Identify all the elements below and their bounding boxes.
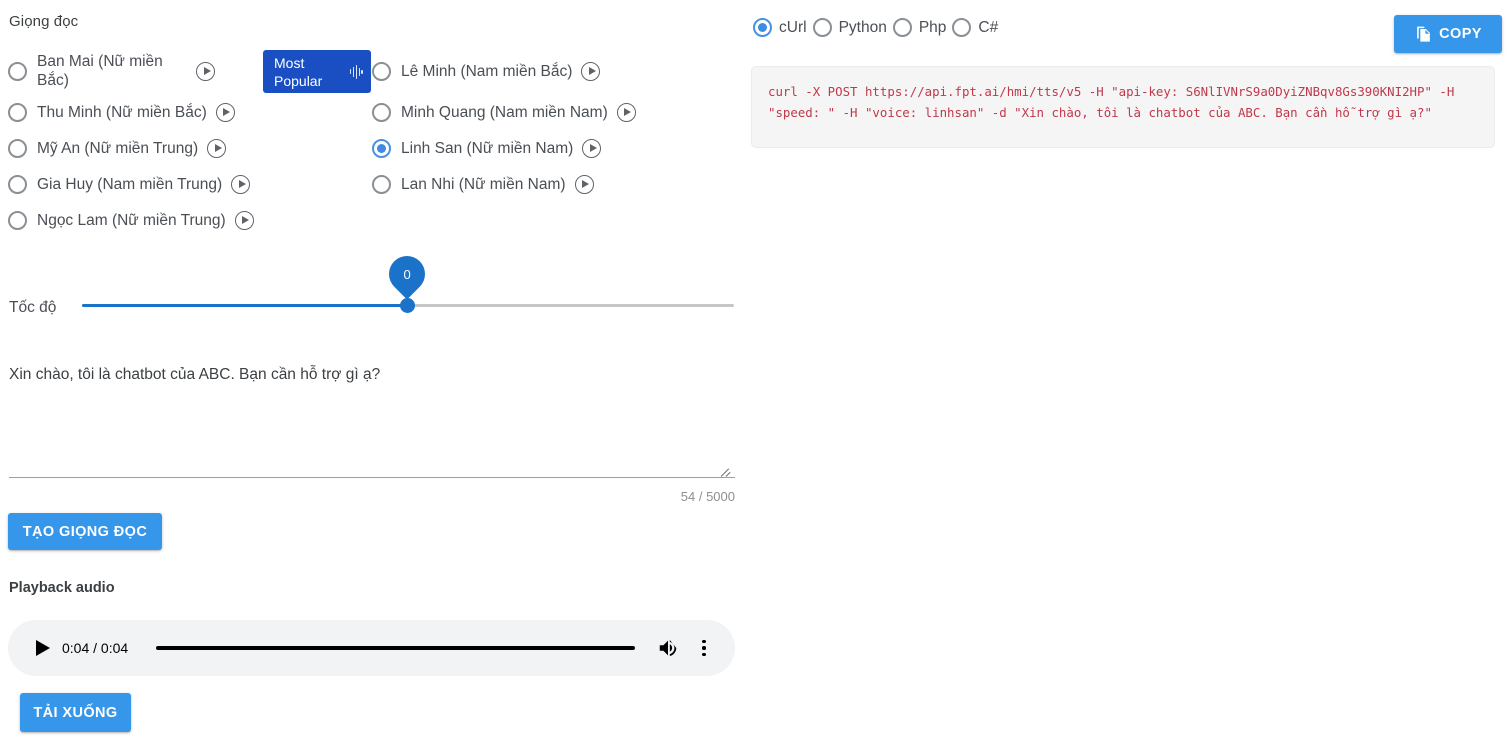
code-snippet-panel: cUrl Python Php C# COPY curl -X POST htt…	[745, 0, 1507, 748]
play-circle-icon-my-an[interactable]	[207, 138, 227, 158]
code-snippet[interactable]: curl -X POST https://api.fpt.ai/hmi/tts/…	[751, 66, 1495, 148]
most-popular-badge: Most Popular	[263, 50, 371, 93]
play-circle-icon-lan-nhi[interactable]	[574, 174, 594, 194]
voice-label: Lê Minh (Nam miền Bắc)	[401, 62, 573, 80]
lang-label: Php	[918, 18, 947, 36]
voice-label: Gia Huy (Nam miền Trung)	[37, 175, 223, 193]
speed-value-bubble: 0	[381, 248, 433, 300]
radio-linh-san[interactable]	[372, 138, 391, 158]
speed-value: 0	[403, 266, 411, 282]
speed-slider-thumb[interactable]	[399, 298, 415, 313]
radio-curl[interactable]	[753, 18, 772, 37]
playback-audio-label: Playback audio	[9, 580, 115, 596]
radio-php[interactable]	[892, 18, 912, 37]
audio-time-display: 0:04 / 0:04	[62, 640, 129, 656]
voice-option-le-minh[interactable]: Lê Minh (Nam miền Bắc)	[372, 48, 712, 94]
voice-section-label: Giọng đọc	[9, 13, 79, 30]
tts-demo-page: Giọng đọc Ban Mai (Nữ miền Bắc) Thu Minh…	[0, 0, 1507, 748]
voice-label: Thu Minh (Nữ miền Bắc)	[37, 103, 207, 121]
play-circle-icon-ngoc-lam[interactable]	[234, 210, 254, 230]
voice-label: Minh Quang (Nam miền Nam)	[401, 103, 608, 121]
lang-option-php[interactable]: Php	[892, 18, 953, 37]
more-vertical-icon[interactable]	[695, 638, 713, 658]
play-circle-icon-minh-quang[interactable]	[616, 102, 636, 122]
voice-option-gia-huy[interactable]: Gia Huy (Nam miền Trung)	[8, 166, 358, 202]
audio-player: 0:04 / 0:04	[8, 620, 735, 676]
voice-column-right: Lê Minh (Nam miền Bắc) Minh Quang (Nam m…	[372, 48, 712, 202]
play-circle-icon-ban-mai[interactable]	[196, 61, 215, 81]
voice-label: Lan Nhi (Nữ miền Nam)	[401, 175, 566, 193]
radio-ngoc-lam[interactable]	[8, 210, 27, 230]
speed-slider-group: Tốc độ 0	[0, 248, 745, 324]
play-circle-icon-linh-san[interactable]	[582, 138, 602, 158]
voice-label: Ban Mai (Nữ miền Bắc)	[37, 53, 163, 89]
radio-gia-huy[interactable]	[8, 174, 27, 194]
voice-option-minh-quang[interactable]: Minh Quang (Nam miền Nam)	[372, 94, 712, 130]
play-circle-icon-gia-huy[interactable]	[231, 174, 251, 194]
speed-label: Tốc độ	[9, 299, 57, 316]
voice-label: Linh San (Nữ miền Nam)	[401, 139, 574, 157]
language-selector: cUrl Python Php C#	[753, 18, 1004, 37]
copy-icon	[1414, 25, 1433, 44]
radio-csharp[interactable]	[952, 18, 972, 37]
lang-option-python[interactable]: Python	[812, 18, 893, 37]
radio-my-an[interactable]	[8, 138, 27, 158]
voice-option-ngoc-lam[interactable]: Ngọc Lam (Nữ miền Trung)	[8, 202, 358, 238]
lang-label: Python	[838, 18, 887, 36]
badge-line-2: Popular	[274, 72, 323, 89]
audio-progress-bar[interactable]	[156, 646, 635, 650]
radio-thu-minh[interactable]	[8, 102, 27, 122]
lang-option-curl[interactable]: cUrl	[753, 18, 813, 37]
voice-option-thu-minh[interactable]: Thu Minh (Nữ miền Bắc)	[8, 94, 358, 130]
audio-waveform-icon	[349, 64, 363, 79]
voice-config-panel: Giọng đọc Ban Mai (Nữ miền Bắc) Thu Minh…	[0, 0, 745, 748]
download-button[interactable]: TẢI XUỐNG	[20, 693, 131, 732]
radio-python[interactable]	[812, 18, 832, 37]
voice-option-my-an[interactable]: Mỹ An (Nữ miền Trung)	[8, 130, 358, 166]
volume-icon[interactable]	[657, 637, 679, 659]
voice-label: Mỹ An (Nữ miền Trung)	[37, 139, 199, 157]
play-circle-icon-thu-minh[interactable]	[215, 102, 235, 122]
lang-label: C#	[978, 18, 999, 36]
copy-button[interactable]: COPY	[1394, 15, 1502, 53]
voice-option-linh-san[interactable]: Linh San (Nữ miền Nam)	[372, 130, 712, 166]
voice-label: Ngọc Lam (Nữ miền Trung)	[37, 211, 226, 229]
speed-slider-fill	[82, 304, 407, 307]
speed-slider-track[interactable]: 0	[82, 248, 734, 313]
play-icon[interactable]	[30, 636, 54, 660]
badge-line-1: Most	[274, 54, 305, 71]
voice-option-lan-nhi[interactable]: Lan Nhi (Nữ miền Nam)	[372, 166, 712, 202]
radio-le-minh[interactable]	[372, 61, 391, 81]
radio-ban-mai[interactable]	[8, 61, 27, 81]
radio-lan-nhi[interactable]	[372, 174, 391, 194]
lang-label: cUrl	[779, 18, 807, 36]
tts-text-input[interactable]	[9, 365, 735, 478]
play-circle-icon-le-minh[interactable]	[581, 61, 601, 81]
generate-speech-button[interactable]: TẠO GIỌNG ĐỌC	[8, 513, 162, 550]
character-counter: 54 / 5000	[680, 489, 735, 504]
radio-minh-quang[interactable]	[372, 102, 391, 122]
copy-button-label: COPY	[1439, 26, 1482, 42]
lang-option-csharp[interactable]: C#	[952, 18, 1004, 37]
